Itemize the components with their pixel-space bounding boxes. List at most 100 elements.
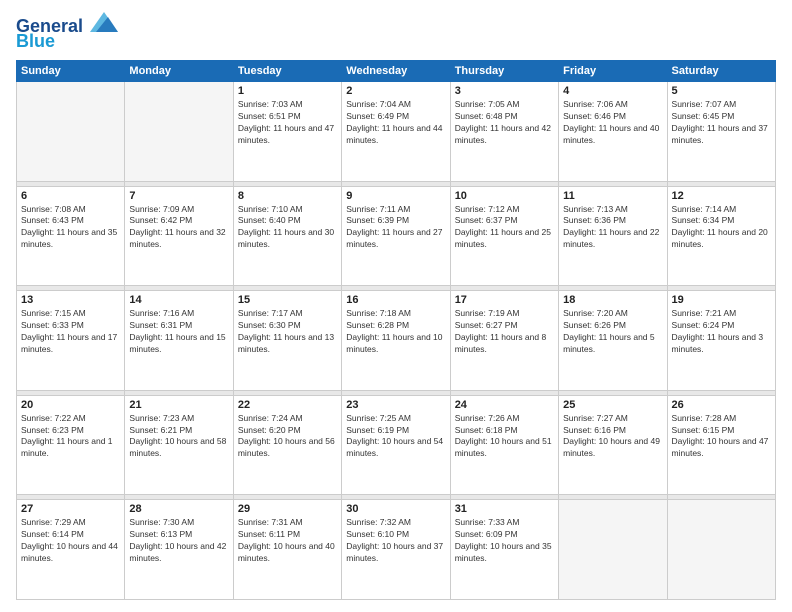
day-info: Sunrise: 7:10 AMSunset: 6:40 PMDaylight:… — [238, 204, 337, 252]
day-info: Sunrise: 7:21 AMSunset: 6:24 PMDaylight:… — [672, 308, 771, 356]
day-info: Sunrise: 7:25 AMSunset: 6:19 PMDaylight:… — [346, 413, 445, 461]
day-info: Sunrise: 7:29 AMSunset: 6:14 PMDaylight:… — [21, 517, 120, 565]
day-cell: 21 Sunrise: 7:23 AMSunset: 6:21 PMDayligh… — [125, 395, 233, 495]
day-cell: 12 Sunrise: 7:14 AMSunset: 6:34 PMDayligh… — [667, 186, 775, 286]
col-header-thursday: Thursday — [450, 61, 558, 82]
col-header-sunday: Sunday — [17, 61, 125, 82]
day-number: 26 — [672, 399, 771, 411]
page: General Blue SundayMondayTuesdayWednesda… — [0, 0, 792, 612]
day-number: 3 — [455, 85, 554, 97]
header: General Blue — [16, 12, 776, 52]
day-cell: 30 Sunrise: 7:32 AMSunset: 6:10 PMDayligh… — [342, 500, 450, 600]
day-info: Sunrise: 7:06 AMSunset: 6:46 PMDaylight:… — [563, 99, 662, 147]
week-row-4: 20 Sunrise: 7:22 AMSunset: 6:23 PMDayligh… — [17, 395, 776, 495]
day-number: 12 — [672, 190, 771, 202]
day-number: 7 — [129, 190, 228, 202]
day-number: 13 — [21, 294, 120, 306]
day-info: Sunrise: 7:09 AMSunset: 6:42 PMDaylight:… — [129, 204, 228, 252]
day-cell: 16 Sunrise: 7:18 AMSunset: 6:28 PMDayligh… — [342, 291, 450, 391]
day-info: Sunrise: 7:17 AMSunset: 6:30 PMDaylight:… — [238, 308, 337, 356]
day-cell: 29 Sunrise: 7:31 AMSunset: 6:11 PMDayligh… — [233, 500, 341, 600]
week-row-5: 27 Sunrise: 7:29 AMSunset: 6:14 PMDayligh… — [17, 500, 776, 600]
day-info: Sunrise: 7:14 AMSunset: 6:34 PMDaylight:… — [672, 204, 771, 252]
day-number: 2 — [346, 85, 445, 97]
day-info: Sunrise: 7:03 AMSunset: 6:51 PMDaylight:… — [238, 99, 337, 147]
day-number: 21 — [129, 399, 228, 411]
day-number: 19 — [672, 294, 771, 306]
day-info: Sunrise: 7:05 AMSunset: 6:48 PMDaylight:… — [455, 99, 554, 147]
day-info: Sunrise: 7:27 AMSunset: 6:16 PMDaylight:… — [563, 413, 662, 461]
day-info: Sunrise: 7:04 AMSunset: 6:49 PMDaylight:… — [346, 99, 445, 147]
day-cell — [667, 500, 775, 600]
day-number: 22 — [238, 399, 337, 411]
day-cell — [125, 82, 233, 182]
day-info: Sunrise: 7:32 AMSunset: 6:10 PMDaylight:… — [346, 517, 445, 565]
day-info: Sunrise: 7:08 AMSunset: 6:43 PMDaylight:… — [21, 204, 120, 252]
day-number: 17 — [455, 294, 554, 306]
day-cell: 26 Sunrise: 7:28 AMSunset: 6:15 PMDayligh… — [667, 395, 775, 495]
col-header-monday: Monday — [125, 61, 233, 82]
day-number: 23 — [346, 399, 445, 411]
col-header-saturday: Saturday — [667, 61, 775, 82]
day-number: 15 — [238, 294, 337, 306]
day-info: Sunrise: 7:19 AMSunset: 6:27 PMDaylight:… — [455, 308, 554, 356]
day-number: 31 — [455, 503, 554, 515]
day-number: 6 — [21, 190, 120, 202]
day-info: Sunrise: 7:23 AMSunset: 6:21 PMDaylight:… — [129, 413, 228, 461]
day-cell: 2 Sunrise: 7:04 AMSunset: 6:49 PMDaylight… — [342, 82, 450, 182]
day-number: 5 — [672, 85, 771, 97]
week-row-3: 13 Sunrise: 7:15 AMSunset: 6:33 PMDayligh… — [17, 291, 776, 391]
day-number: 4 — [563, 85, 662, 97]
day-cell: 8 Sunrise: 7:10 AMSunset: 6:40 PMDaylight… — [233, 186, 341, 286]
day-cell: 5 Sunrise: 7:07 AMSunset: 6:45 PMDaylight… — [667, 82, 775, 182]
day-cell: 9Sunrise: 7:11 AMSunset: 6:39 PMDaylight… — [342, 186, 450, 286]
day-info: Sunrise: 7:24 AMSunset: 6:20 PMDaylight:… — [238, 413, 337, 461]
day-cell — [17, 82, 125, 182]
day-number: 1 — [238, 85, 337, 97]
day-cell: 4 Sunrise: 7:06 AMSunset: 6:46 PMDaylight… — [559, 82, 667, 182]
day-cell: 22 Sunrise: 7:24 AMSunset: 6:20 PMDayligh… — [233, 395, 341, 495]
day-info: Sunrise: 7:20 AMSunset: 6:26 PMDaylight:… — [563, 308, 662, 356]
day-info: Sunrise: 7:15 AMSunset: 6:33 PMDaylight:… — [21, 308, 120, 356]
logo-icon — [90, 12, 118, 32]
day-number: 10 — [455, 190, 554, 202]
day-info: Sunrise: 7:31 AMSunset: 6:11 PMDaylight:… — [238, 517, 337, 565]
day-cell: 10Sunrise: 7:12 AMSunset: 6:37 PMDayligh… — [450, 186, 558, 286]
day-cell: 25Sunrise: 7:27 AMSunset: 6:16 PMDayligh… — [559, 395, 667, 495]
day-info: Sunrise: 7:18 AMSunset: 6:28 PMDaylight:… — [346, 308, 445, 356]
week-row-2: 6 Sunrise: 7:08 AMSunset: 6:43 PMDaylight… — [17, 186, 776, 286]
day-cell: 20 Sunrise: 7:22 AMSunset: 6:23 PMDayligh… — [17, 395, 125, 495]
calendar-header-row: SundayMondayTuesdayWednesdayThursdayFrid… — [17, 61, 776, 82]
day-info: Sunrise: 7:28 AMSunset: 6:15 PMDaylight:… — [672, 413, 771, 461]
col-header-tuesday: Tuesday — [233, 61, 341, 82]
day-number: 24 — [455, 399, 554, 411]
day-cell: 24 Sunrise: 7:26 AMSunset: 6:18 PMDayligh… — [450, 395, 558, 495]
day-cell: 28Sunrise: 7:30 AMSunset: 6:13 PMDayligh… — [125, 500, 233, 600]
day-info: Sunrise: 7:13 AMSunset: 6:36 PMDaylight:… — [563, 204, 662, 252]
day-number: 20 — [21, 399, 120, 411]
day-number: 29 — [238, 503, 337, 515]
day-number: 27 — [21, 503, 120, 515]
day-cell: 15 Sunrise: 7:17 AMSunset: 6:30 PMDayligh… — [233, 291, 341, 391]
day-cell: 3 Sunrise: 7:05 AMSunset: 6:48 PMDaylight… — [450, 82, 558, 182]
day-number: 8 — [238, 190, 337, 202]
day-info: Sunrise: 7:22 AMSunset: 6:23 PMDaylight:… — [21, 413, 120, 461]
day-number: 18 — [563, 294, 662, 306]
day-number: 14 — [129, 294, 228, 306]
col-header-friday: Friday — [559, 61, 667, 82]
day-info: Sunrise: 7:07 AMSunset: 6:45 PMDaylight:… — [672, 99, 771, 147]
day-cell: 31Sunrise: 7:33 AMSunset: 6:09 PMDayligh… — [450, 500, 558, 600]
day-cell: 13 Sunrise: 7:15 AMSunset: 6:33 PMDayligh… — [17, 291, 125, 391]
day-cell: 19 Sunrise: 7:21 AMSunset: 6:24 PMDayligh… — [667, 291, 775, 391]
day-cell: 18 Sunrise: 7:20 AMSunset: 6:26 PMDayligh… — [559, 291, 667, 391]
day-cell: 1 Sunrise: 7:03 AMSunset: 6:51 PMDaylight… — [233, 82, 341, 182]
day-info: Sunrise: 7:26 AMSunset: 6:18 PMDaylight:… — [455, 413, 554, 461]
day-info: Sunrise: 7:30 AMSunset: 6:13 PMDaylight:… — [129, 517, 228, 565]
day-cell: 23 Sunrise: 7:25 AMSunset: 6:19 PMDayligh… — [342, 395, 450, 495]
day-cell: 7 Sunrise: 7:09 AMSunset: 6:42 PMDaylight… — [125, 186, 233, 286]
day-number: 30 — [346, 503, 445, 515]
col-header-wednesday: Wednesday — [342, 61, 450, 82]
day-cell: 17 Sunrise: 7:19 AMSunset: 6:27 PMDayligh… — [450, 291, 558, 391]
day-info: Sunrise: 7:11 AMSunset: 6:39 PMDaylight:… — [346, 204, 445, 252]
day-number: 16 — [346, 294, 445, 306]
